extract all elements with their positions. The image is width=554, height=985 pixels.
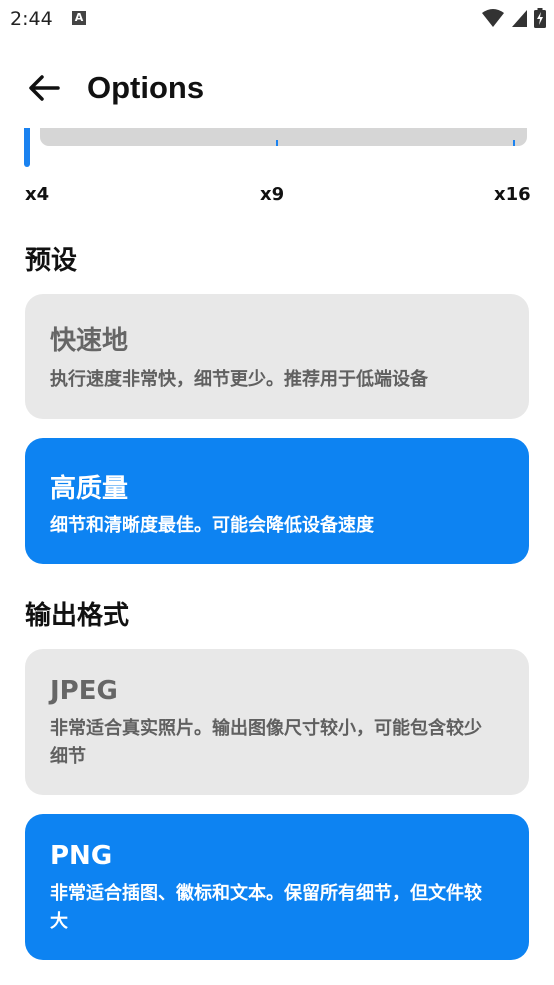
- slider-tick-label: x9: [260, 184, 285, 205]
- slider-tick-mark: [513, 140, 515, 146]
- slider-handle[interactable]: [24, 128, 30, 167]
- scale-slider: x4 x9 x16: [0, 118, 554, 218]
- back-button[interactable]: [24, 68, 64, 108]
- slider-tick-label: x16: [494, 184, 531, 205]
- slider-tick-label: x4: [25, 184, 50, 205]
- option-description: 执行速度非常快，细节更少。推荐用于低端设备: [50, 369, 428, 390]
- option-title: 快速地: [50, 326, 129, 356]
- option-title: 高质量: [50, 474, 129, 504]
- app-bar: Options: [0, 58, 554, 118]
- arrow-left-icon: [29, 75, 60, 101]
- format-option-jpeg[interactable]: JPEG 非常适合真实照片。输出图像尺寸较小，可能包含较少细节: [25, 649, 529, 795]
- slider-tick-mark: [276, 140, 278, 146]
- a-letter-icon: A: [72, 11, 86, 25]
- signal-icon: [511, 10, 527, 27]
- option-title: PNG: [50, 841, 113, 871]
- status-time: 2:44: [10, 8, 53, 30]
- output-format-heading: 输出格式: [25, 601, 130, 631]
- option-description: 非常适合真实照片。输出图像尺寸较小，可能包含较少细节: [50, 718, 482, 767]
- option-title: JPEG: [50, 676, 118, 706]
- option-description: 细节和清晰度最佳。可能会降低设备速度: [50, 515, 374, 536]
- wifi-icon: [481, 9, 504, 27]
- battery-charging-icon: [534, 8, 546, 28]
- page-title: Options: [87, 70, 205, 105]
- format-option-png[interactable]: PNG 非常适合插图、徽标和文本。保留所有细节，但文件较大: [25, 814, 529, 960]
- slider-track[interactable]: [40, 128, 527, 146]
- status-bar: 2:44 A: [0, 0, 554, 38]
- preset-option-high-quality[interactable]: 高质量 细节和清晰度最佳。可能会降低设备速度: [25, 438, 529, 564]
- status-icons: [480, 8, 546, 28]
- preset-heading: 预设: [25, 246, 78, 276]
- option-description: 非常适合插图、徽标和文本。保留所有细节，但文件较大: [50, 883, 482, 932]
- preset-option-fast[interactable]: 快速地 执行速度非常快，细节更少。推荐用于低端设备: [25, 294, 529, 419]
